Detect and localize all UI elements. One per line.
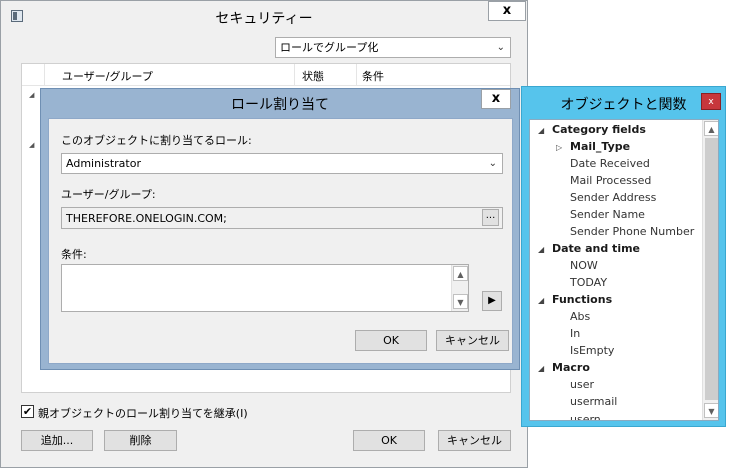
group-by-combo[interactable]: ロールでグループ化 ⌄ — [275, 37, 511, 58]
condition-textarea[interactable]: ▲ ▼ — [61, 264, 469, 312]
delete-button[interactable]: 削除 — [104, 430, 177, 451]
cancel-button[interactable]: キャンセル — [438, 430, 511, 451]
insert-arrow-button[interactable]: ▶ — [482, 291, 502, 311]
security-title: セキュリティー — [215, 11, 313, 27]
tree-item[interactable]: usermail — [570, 395, 617, 408]
role-cancel-button[interactable]: キャンセル — [436, 330, 509, 351]
role-dialog-body: このオブジェクトに割り当てるロール: Administrator ⌄ ユーザー/… — [48, 118, 513, 364]
chevron-down-icon: ⌄ — [496, 42, 505, 53]
user-group-field[interactable]: THEREFORE.ONELOGIN.COM; ... — [61, 207, 503, 229]
inherit-label: 親オブジェクトのロール割り当てを継承(I) — [38, 407, 248, 420]
scroll-thumb[interactable] — [705, 138, 718, 400]
tree-item[interactable]: Abs — [570, 310, 590, 323]
scroll-up-icon[interactable]: ▲ — [453, 266, 468, 281]
user-group-value: THEREFORE.ONELOGIN.COM; — [66, 212, 227, 225]
objects-functions-panel: オブジェクトと関数 x ◢ Category fields ▷ Mail_Typ… — [521, 86, 726, 427]
security-title-bar[interactable]: セキュリティー x — [1, 1, 527, 33]
tree-category-date-and-time[interactable]: Date and time — [552, 242, 640, 255]
inherit-checkbox[interactable]: ✔ — [21, 405, 34, 418]
tree-item[interactable]: Sender Name — [570, 208, 645, 221]
tree-item[interactable]: Sender Address — [570, 191, 656, 204]
tree-item[interactable]: usern... — [570, 413, 611, 420]
collapse-icon[interactable]: ◢ — [538, 126, 544, 135]
role-assignment-dialog: ロール割り当て x このオブジェクトに割り当てるロール: Administrat… — [40, 88, 520, 370]
collapse-icon[interactable]: ◢ — [538, 245, 544, 254]
tree-item[interactable]: In — [570, 327, 580, 340]
scroll-up-icon[interactable]: ▲ — [704, 121, 718, 136]
role-title-bar[interactable]: ロール割り当て x — [41, 89, 519, 117]
browse-users-button[interactable]: ... — [482, 209, 499, 226]
role-dialog-title: ロール割り当て — [231, 97, 329, 113]
expand-right-icon[interactable]: ▷ — [556, 143, 562, 152]
tree-item[interactable]: TODAY — [570, 276, 607, 289]
expand-icon[interactable]: ◢ — [29, 91, 34, 99]
role-ok-button[interactable]: OK — [355, 330, 427, 351]
condition-label: 条件: — [61, 248, 87, 261]
collapse-icon[interactable]: ◢ — [538, 364, 544, 373]
column-header-condition[interactable]: 条件 — [362, 68, 384, 84]
scroll-down-icon[interactable]: ▼ — [453, 294, 468, 309]
objects-title-bar[interactable]: オブジェクトと関数 — [522, 87, 725, 117]
expand-icon[interactable]: ◢ — [29, 141, 34, 149]
tree-category-category-fields[interactable]: Category fields — [552, 123, 646, 136]
tree-item[interactable]: Mail Processed — [570, 174, 651, 187]
add-button[interactable]: 追加... — [21, 430, 93, 451]
tree-item[interactable]: NOW — [570, 259, 598, 272]
objects-panel-title: オブジェクトと関数 — [560, 97, 687, 113]
security-close-button[interactable]: x — [488, 1, 526, 21]
objects-close-button[interactable]: x — [701, 93, 721, 110]
role-label: このオブジェクトに割り当てるロール: — [61, 134, 252, 147]
collapse-icon[interactable]: ◢ — [538, 296, 544, 305]
user-group-label: ユーザー/グループ: — [61, 188, 156, 201]
inherit-checkbox-row[interactable]: ✔ 親オブジェクトのロール割り当てを継承(I) — [21, 404, 401, 420]
grid-header: ユーザー/グループ 状態 条件 — [22, 64, 510, 86]
tree-scrollbar[interactable]: ▲ ▼ — [702, 120, 718, 420]
role-select-value: Administrator — [66, 157, 141, 170]
condition-scrollbar[interactable]: ▲ ▼ — [451, 265, 468, 311]
tree-item[interactable]: Date Received — [570, 157, 650, 170]
tree-item-mail-type[interactable]: Mail_Type — [570, 140, 630, 153]
group-by-value: ロールでグループ化 — [280, 41, 379, 54]
chevron-down-icon: ⌄ — [488, 158, 497, 169]
objects-tree[interactable]: ◢ Category fields ▷ Mail_Type Date Recei… — [529, 119, 719, 421]
role-close-button[interactable]: x — [481, 89, 511, 109]
tree-item[interactable]: Sender Phone Number — [570, 225, 694, 238]
tree-category-macro[interactable]: Macro — [552, 361, 590, 374]
scroll-down-icon[interactable]: ▼ — [704, 403, 718, 418]
column-header-user-group[interactable]: ユーザー/グループ — [62, 68, 153, 84]
tree-item[interactable]: IsEmpty — [570, 344, 614, 357]
column-header-status[interactable]: 状態 — [302, 68, 324, 84]
tree-item[interactable]: user — [570, 378, 594, 391]
tree-category-functions[interactable]: Functions — [552, 293, 612, 306]
ok-button[interactable]: OK — [353, 430, 425, 451]
role-select[interactable]: Administrator ⌄ — [61, 153, 503, 174]
